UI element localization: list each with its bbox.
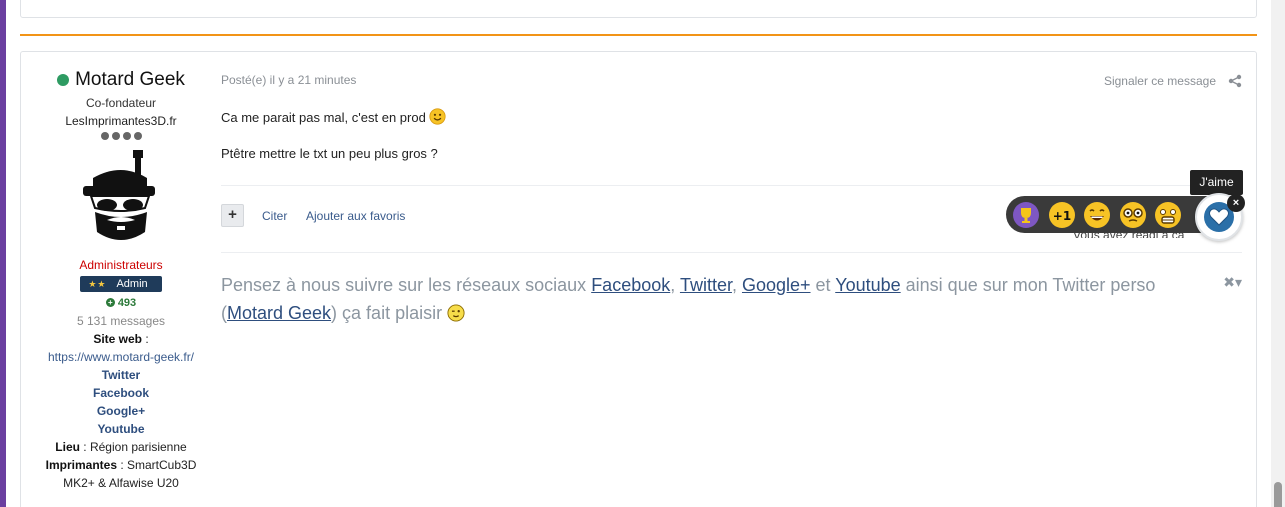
- close-icon[interactable]: ×: [1227, 194, 1245, 212]
- signature-text: Pensez à nous suivre sur les réseaux soc…: [221, 275, 592, 295]
- forum-post: Motard Geek Co-fondateur LesImprimantes3…: [20, 51, 1257, 507]
- signature-text: et: [810, 275, 836, 295]
- post-body: Ca me parait pas mal, c'est en prod Ptêt…: [221, 108, 447, 180]
- trophy-icon[interactable]: [1012, 201, 1040, 229]
- scrollbar[interactable]: [1271, 0, 1285, 507]
- signature-motard-link[interactable]: Motard Geek: [227, 303, 331, 323]
- scared-icon[interactable]: [1154, 201, 1182, 229]
- site-web-label: Site web: [93, 331, 142, 346]
- online-status-icon: [57, 74, 70, 86]
- admin-badge: ★★ Admin: [80, 276, 162, 292]
- author-site-name: LesImprimantes3D.fr: [65, 114, 177, 128]
- author-name[interactable]: Motard Geek: [75, 68, 185, 92]
- signature-google-link[interactable]: Google+: [742, 275, 811, 295]
- svg-text:+1: +1: [1053, 209, 1071, 223]
- author-panel: Motard Geek Co-fondateur LesImprimantes3…: [21, 52, 221, 492]
- reputation: + 493: [105, 294, 137, 312]
- imprimantes-value: : SmartCub3D: [117, 457, 197, 472]
- post-date[interactable]: Posté(e) il y a 21 minutes: [221, 73, 356, 87]
- youtube-link[interactable]: Youtube: [21, 420, 221, 438]
- previous-post-bottom: [20, 0, 1257, 18]
- plus-one-icon[interactable]: +1: [1048, 201, 1076, 229]
- site-web-link[interactable]: https://www.motard-geek.fr/: [21, 348, 221, 366]
- post-line-1: Ca me parait pas mal, c'est en prod: [221, 110, 426, 125]
- page: Motard Geek Co-fondateur LesImprimantes3…: [6, 0, 1271, 507]
- signature-options-icon[interactable]: ✖▾: [1223, 274, 1242, 291]
- scrollbar-thumb[interactable]: [1274, 482, 1282, 507]
- reactions-bar: +1: [1006, 196, 1226, 233]
- divider: [221, 185, 1242, 186]
- divider: [221, 252, 1242, 253]
- signature-text: ) ça fait plaisir: [331, 303, 448, 323]
- admin-badge-label: Admin: [116, 278, 148, 290]
- author-group: Administrateurs: [79, 258, 163, 272]
- report-link[interactable]: Signaler ce message: [1104, 74, 1216, 88]
- signature-twitter-link[interactable]: Twitter: [680, 275, 732, 295]
- lieu-value: : Région parisienne: [79, 439, 187, 454]
- signature-facebook-link[interactable]: Facebook: [591, 275, 670, 295]
- favorite-link[interactable]: Ajouter aux favoris: [306, 209, 405, 223]
- signature-text: ,: [731, 275, 742, 295]
- lieu-label: Lieu: [55, 439, 80, 454]
- imprimantes-value-cont: MK2+ & Alfawise U20: [63, 475, 179, 490]
- signature-text: ,: [670, 275, 680, 295]
- signature: Pensez à nous suivre sur les réseaux soc…: [221, 271, 1221, 327]
- multiquote-plus-button[interactable]: +: [221, 204, 244, 227]
- star-icon: ★★: [88, 279, 107, 289]
- smile-emoji-icon: [429, 108, 447, 125]
- avatar[interactable]: [71, 148, 171, 248]
- share-icon[interactable]: [1228, 74, 1242, 88]
- quote-link[interactable]: Citer: [262, 209, 287, 223]
- twitter-link[interactable]: Twitter: [21, 366, 221, 384]
- imprimantes-label: Imprimantes: [45, 457, 117, 472]
- google-plus-link[interactable]: Google+: [21, 402, 221, 420]
- like-tooltip: J'aime: [1190, 170, 1243, 200]
- reputation-plus-icon: +: [105, 298, 115, 307]
- reputation-value: 493: [117, 296, 137, 309]
- message-count: 5 131 messages: [76, 313, 166, 328]
- wink-emoji-icon: [447, 304, 465, 322]
- signature-youtube-link[interactable]: Youtube: [835, 275, 900, 295]
- author-title: Co-fondateur: [85, 96, 157, 110]
- rank-dots-icon: [21, 132, 221, 140]
- facebook-link[interactable]: Facebook: [21, 384, 221, 402]
- post-line-2: Ptêtre mettre le txt un peu plus gros ?: [221, 146, 438, 161]
- nerd-icon[interactable]: [1119, 201, 1147, 229]
- laugh-icon[interactable]: [1083, 201, 1111, 229]
- separator: [20, 34, 1257, 36]
- site-web-sep: :: [142, 331, 149, 346]
